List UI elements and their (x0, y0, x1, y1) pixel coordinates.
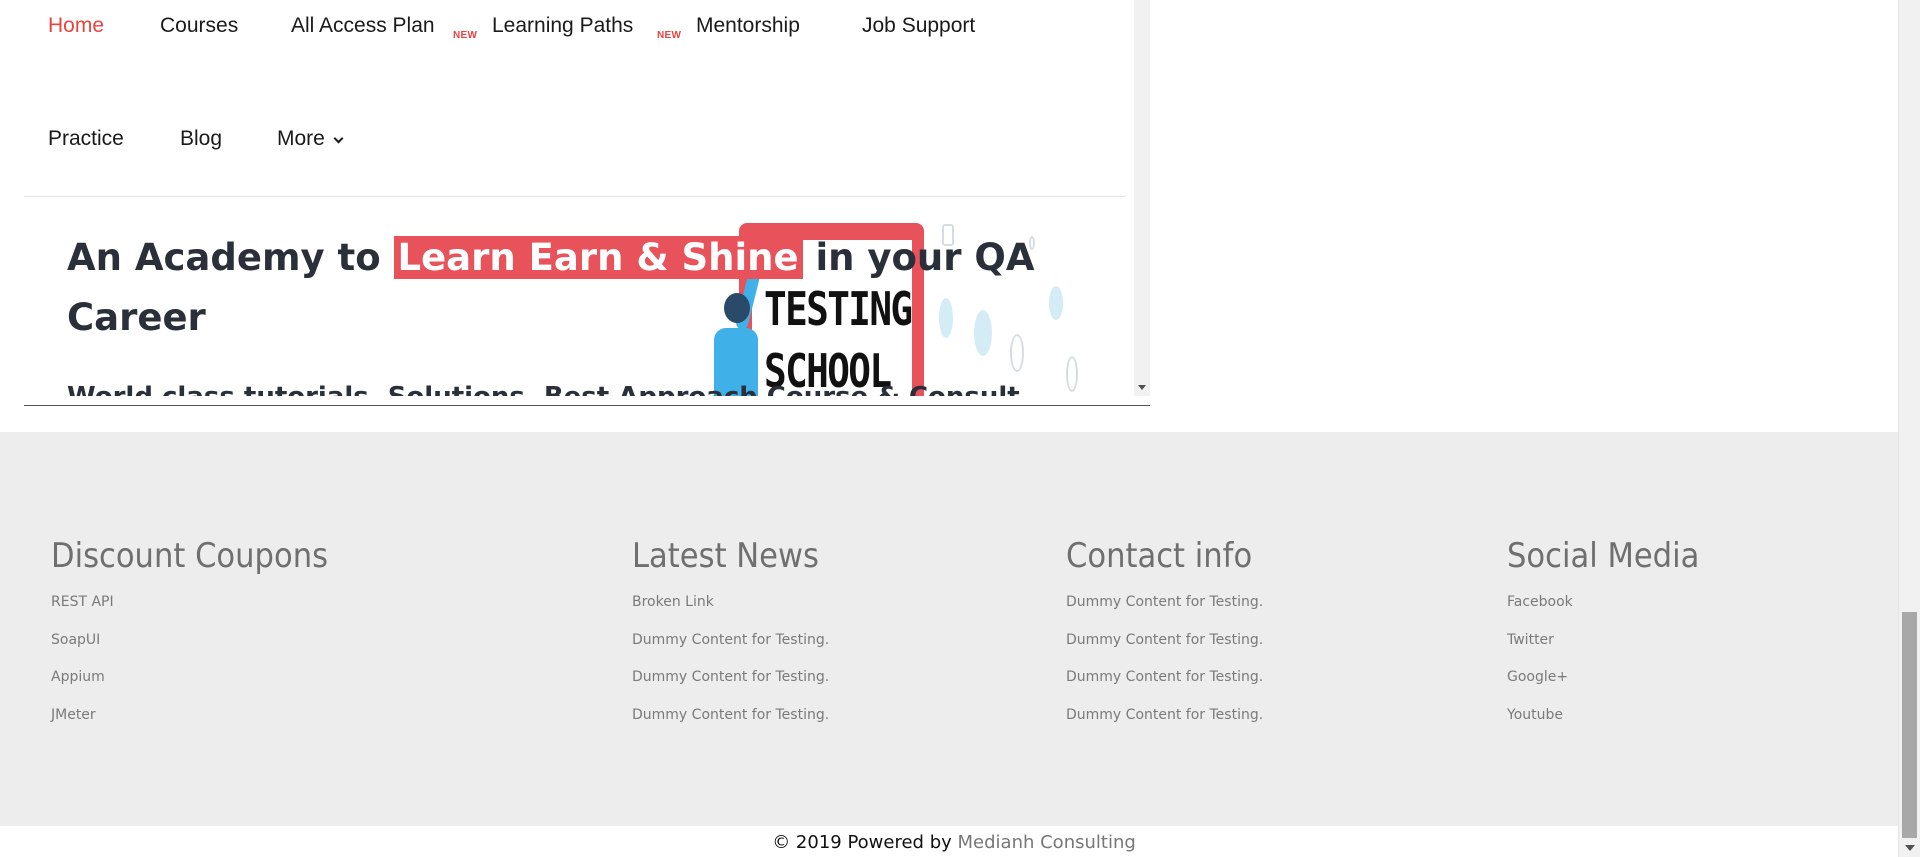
footer-column-title: Social Media (1507, 536, 1700, 576)
embedded-iframe[interactable]: Home Courses All Access Plan NEW Learnin… (24, 0, 1150, 406)
nav-item-practice[interactable]: Practice (48, 127, 124, 151)
nav-divider (24, 196, 1126, 197)
nav-item-blog[interactable]: Blog (180, 127, 222, 151)
hero-title: An Academy to Learn Earn & Shine in your… (67, 228, 1047, 348)
nav-item-more-label: More (277, 127, 325, 150)
nav-item-courses[interactable]: Courses (160, 14, 238, 38)
hero-title-pre: An Academy to (67, 236, 394, 279)
chevron-down-icon (333, 133, 344, 144)
footer-link-twitter[interactable]: Twitter (1507, 632, 1721, 670)
footer-column-latest-news: Latest News Broken Link Dummy Content fo… (632, 536, 840, 744)
footer-link[interactable]: Dummy Content for Testing. (632, 632, 840, 670)
nav-item-job-support[interactable]: Job Support (862, 14, 975, 38)
footer-link[interactable]: Dummy Content for Testing. (632, 669, 840, 707)
footer-link-google-plus[interactable]: Google+ (1507, 669, 1721, 707)
hero-title-highlight: Learn Earn & Shine (393, 236, 803, 279)
footer-column-title: Contact info (1066, 536, 1253, 576)
footer-text: Dummy Content for Testing. (1066, 631, 1264, 648)
scrollbar-thumb[interactable] (1902, 612, 1917, 838)
footer-link[interactable]: REST API (51, 594, 359, 632)
new-badge: NEW (657, 30, 682, 41)
decor-ring (1066, 356, 1078, 392)
footer-column-title: Discount Coupons (51, 536, 329, 576)
copyright-text: © 2019 Powered by (772, 832, 958, 853)
iframe-border (24, 405, 1150, 406)
scroll-down-arrow-icon[interactable] (1138, 385, 1146, 390)
footer-text: Dummy Content for Testing. (1066, 669, 1264, 685)
hero-subtitle: World class tutorials, Solutions, Best A… (67, 382, 1020, 396)
decor-bubble (1049, 286, 1063, 320)
footer-column-social-media: Social Media Facebook Twitter Google+ Yo… (1507, 536, 1721, 744)
footer-text: Dummy Content for Testing. (1066, 706, 1264, 723)
footer-link[interactable]: JMeter (51, 707, 359, 745)
nav-item-home[interactable]: Home (48, 14, 104, 38)
scroll-down-arrow-icon[interactable] (1905, 845, 1915, 851)
page-scrollbar[interactable] (1898, 0, 1920, 857)
iframe-content: Home Courses All Access Plan NEW Learnin… (24, 0, 1134, 396)
footer-link[interactable]: Broken Link (632, 594, 840, 632)
copyright-bar: © 2019 Powered by Medianh Consulting (0, 826, 1898, 857)
footer-link[interactable]: Dummy Content for Testing. (632, 707, 840, 745)
footer-column-contact-info: Contact info Dummy Content for Testing. … (1066, 536, 1273, 744)
nav-item-all-access-plan[interactable]: All Access Plan (291, 14, 435, 38)
footer-link[interactable]: SoapUI (51, 632, 359, 670)
footer-link-facebook[interactable]: Facebook (1507, 594, 1721, 632)
copyright-brand-link[interactable]: Medianh Consulting (958, 832, 1136, 853)
footer-text: Dummy Content for Testing. (1066, 594, 1264, 610)
nav-item-mentorship[interactable]: Mentorship (696, 14, 800, 38)
nav-item-learning-paths[interactable]: Learning Paths (492, 14, 633, 38)
footer: Discount Coupons REST API SoapUI Appium … (0, 432, 1898, 826)
footer-link-youtube[interactable]: Youtube (1507, 707, 1721, 745)
footer-link[interactable]: Appium (51, 669, 359, 707)
nav-item-more[interactable]: More (277, 127, 344, 151)
iframe-scrollbar[interactable] (1134, 0, 1150, 396)
footer-column-discount-coupons: Discount Coupons REST API SoapUI Appium … (51, 536, 359, 744)
new-badge: NEW (453, 30, 478, 41)
footer-column-title: Latest News (632, 536, 819, 576)
